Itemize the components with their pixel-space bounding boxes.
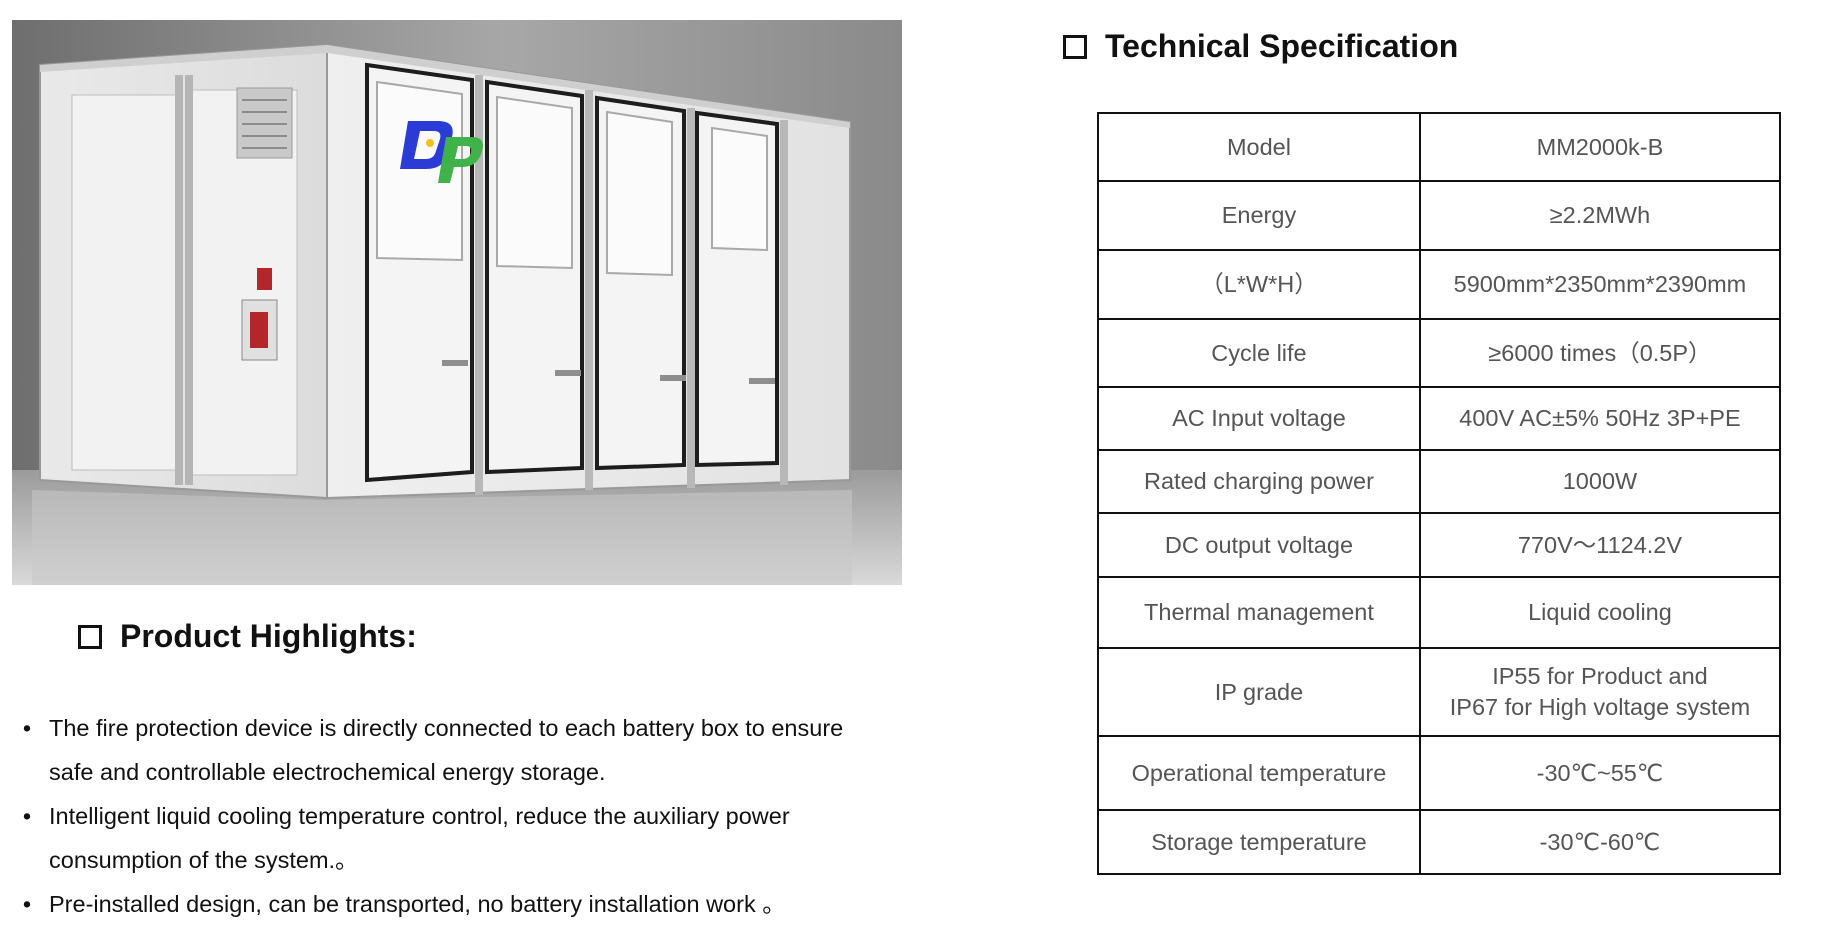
spec-value: ≥2.2MWh [1418, 180, 1782, 251]
table-row: Thermal management Liquid cooling [1097, 576, 1782, 649]
table-row: Storage temperature -30℃-60℃ [1097, 809, 1782, 875]
spec-value: IP55 for Product and IP67 for High volta… [1418, 647, 1782, 737]
table-row: （L*W*H） 5900mm*2350mm*2390mm [1097, 249, 1782, 320]
spec-value-line: IP67 for High voltage system [1449, 694, 1751, 720]
spec-key: Storage temperature [1097, 809, 1421, 875]
list-item-line: The fire protection device is directly c… [49, 715, 844, 741]
spec-key: Rated charging power [1097, 449, 1421, 514]
bullet-icon: • [22, 891, 32, 917]
spec-key: Operational temperature [1097, 735, 1421, 811]
spec-value: -30℃~55℃ [1418, 735, 1782, 811]
bullet-icon: • [22, 803, 32, 829]
technical-specification-heading: Technical Specification [1063, 28, 1458, 65]
list-item-line: consumption of the system.。 [49, 847, 359, 873]
spec-value: ≥6000 times（0.5P） [1418, 318, 1782, 388]
product-highlights-heading: Product Highlights: [78, 618, 417, 655]
table-row: Energy ≥2.2MWh [1097, 180, 1782, 251]
list-item-line: Pre-installed design, can be transported… [49, 891, 786, 917]
spec-key: （L*W*H） [1097, 249, 1421, 320]
spec-key: Thermal management [1097, 576, 1421, 649]
spec-key: IP grade [1097, 647, 1421, 737]
checkbox-square-icon [78, 624, 102, 649]
battery-storage-container-photo [12, 20, 902, 585]
table-row: DC output voltage 770V～1124.2V [1097, 512, 1782, 578]
highlights-list: • The fire protection device is directly… [20, 706, 900, 926]
spec-heading-text: Technical Specification [1105, 28, 1459, 64]
spec-table: Model MM2000k-B Energy ≥2.2MWh （L*W*H） 5… [1097, 112, 1782, 875]
list-item: • Pre-installed design, can be transport… [20, 882, 900, 926]
spec-key: AC Input voltage [1097, 386, 1421, 451]
product-photo [12, 20, 902, 585]
list-item-line: Intelligent liquid cooling temperature c… [49, 803, 790, 829]
table-row: IP grade IP55 for Product and IP67 for H… [1097, 647, 1782, 737]
spec-key: Energy [1097, 180, 1421, 251]
highlights-heading-text: Product Highlights: [120, 618, 417, 654]
spec-value: 400V AC±5% 50Hz 3P+PE [1418, 386, 1782, 451]
table-row: Operational temperature -30℃~55℃ [1097, 735, 1782, 811]
table-row: Model MM2000k-B [1097, 112, 1782, 182]
spec-key: Cycle life [1097, 318, 1421, 388]
spec-value: 1000W [1418, 449, 1782, 514]
table-row: Cycle life ≥6000 times（0.5P） [1097, 318, 1782, 388]
spec-value: 5900mm*2350mm*2390mm [1418, 249, 1782, 320]
table-row: Rated charging power 1000W [1097, 449, 1782, 514]
list-item: • The fire protection device is directly… [20, 706, 900, 794]
list-item-line: safe and controllable electrochemical en… [49, 759, 606, 785]
spec-value: 770V～1124.2V [1418, 512, 1782, 578]
spec-key: Model [1097, 112, 1421, 182]
list-item: • Intelligent liquid cooling temperature… [20, 794, 900, 882]
spec-value-line: IP55 for Product and [1492, 663, 1708, 689]
spec-key: DC output voltage [1097, 512, 1421, 578]
bullet-icon: • [22, 715, 32, 741]
spec-value: Liquid cooling [1418, 576, 1782, 649]
checkbox-square-icon [1063, 34, 1087, 59]
spec-value: MM2000k-B [1418, 112, 1782, 182]
table-row: AC Input voltage 400V AC±5% 50Hz 3P+PE [1097, 386, 1782, 451]
spec-value: -30℃-60℃ [1418, 809, 1782, 875]
